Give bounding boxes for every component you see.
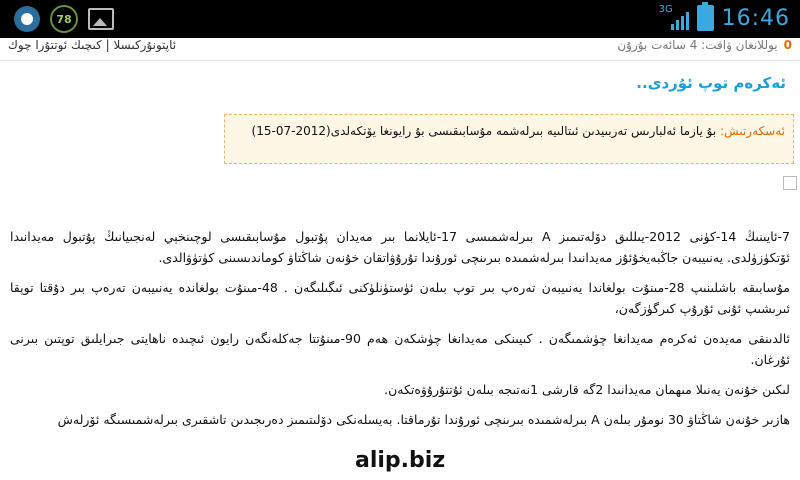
battery-icon	[696, 2, 714, 31]
divider	[0, 60, 800, 61]
post-info-bar: 0 يوللانغان ۋاقت: 4 سائەت بۇرۇن ئاپتونۇر…	[0, 38, 800, 56]
article-paragraph: لىكىن خۇنەن يەنىلا مىھمان مەيدانىدا 2گە …	[384, 382, 790, 397]
status-right: 3G 16:46	[659, 2, 790, 32]
app-circle-icon	[14, 6, 40, 32]
article-paragraph: مۇسابىقە باشلىنىپ 28-مىنۇت بولغاندا يەنى…	[10, 280, 790, 316]
article-paragraph: ئالدىنقى مەيدەن ئەكرەم مەيدانغا چۈشمىگەن…	[10, 331, 791, 367]
notice-label: ئەسكەرتىش:	[720, 124, 785, 138]
reply-count: 0	[783, 38, 792, 52]
article-paragraph: 7-ئايىنىڭ 14-كۈنى 2012-يىللىق دۆلەتىمىز …	[10, 229, 790, 265]
post-meta: 0 يوللانغان ۋاقت: 4 سائەت بۇرۇن	[617, 38, 792, 52]
post-time: يوللانغان ۋاقت: 4 سائەت بۇرۇن	[617, 38, 778, 52]
clock: 16:46	[721, 5, 790, 31]
notice-box: ئەسكەرتىش: بۇ يازما ئەلبارىس تەربىيدىن ئ…	[224, 114, 794, 164]
notification-badge: 78	[50, 5, 78, 33]
signal-icon: 3G	[659, 4, 689, 32]
category-links[interactable]: ئاپتونۇركىسلا | كىچىك ئوتتۇرا چوك	[8, 38, 176, 52]
status-left: 78	[14, 5, 114, 33]
article-paragraph: ھازىر خۇنەن شاڭتاۋ 30 نومۇر بىلەن A بىرل…	[57, 412, 790, 427]
post-title: ئەكرەم توپ ئۇردى..	[636, 74, 786, 92]
article-body: 7-ئايىنىڭ 14-كۈنى 2012-يىللىق دۆلەتىمىز …	[10, 226, 790, 439]
notice-text: بۇ يازما ئەلبارىس تەربىيدىن ئىتالىيە بىر…	[251, 124, 717, 138]
image-placeholder-checkbox[interactable]	[783, 176, 797, 190]
status-bar: 78 3G 16:46	[0, 0, 800, 38]
watermark: alip.biz	[355, 448, 446, 473]
gallery-icon	[88, 8, 114, 30]
